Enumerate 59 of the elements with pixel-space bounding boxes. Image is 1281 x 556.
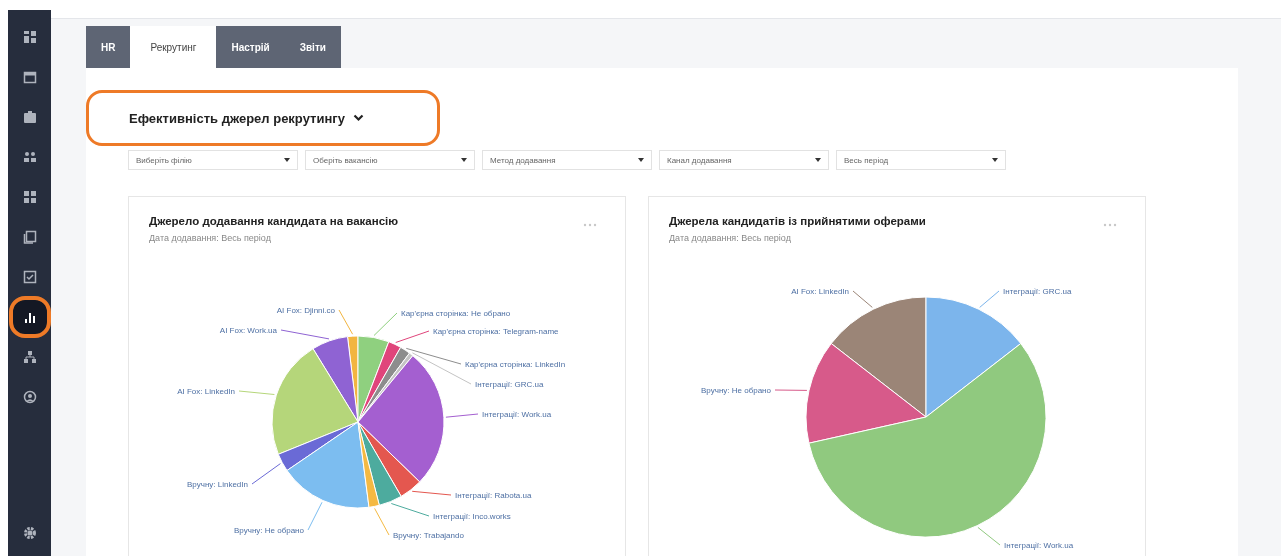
leader-line — [852, 290, 873, 308]
user-circle-icon — [22, 390, 37, 404]
calendar-icon — [22, 70, 37, 84]
slice-label: AI Fox: LinkedIn — [177, 386, 235, 396]
caret-down-icon — [638, 158, 644, 162]
section-title-dropdown[interactable]: Ефективність джерел рекрутингу — [86, 90, 440, 146]
slice-label: AI Fox: LinkedIn — [791, 286, 849, 296]
leader-line — [338, 309, 354, 335]
slice-label: Інтеграції: GRC.ua — [1003, 286, 1072, 296]
chevron-down-icon — [352, 114, 364, 122]
slice-label: Вручну: Не обрано — [701, 385, 771, 395]
chart-title: Джерело додавання кандидата на вакансію — [149, 215, 399, 227]
bar-chart-icon — [22, 310, 37, 324]
leader-line — [977, 526, 1001, 546]
slice-label: Інтеграції: Work.ua — [1004, 540, 1074, 550]
settings-icon — [22, 526, 37, 540]
leader-line — [774, 389, 808, 391]
leader-line — [411, 490, 452, 496]
org-chart-icon — [22, 350, 37, 364]
filter-select[interactable]: Весь період — [836, 150, 1006, 170]
slice-label: Кар'єрна сторінка: Не обрано — [401, 308, 511, 318]
slice-label: AI Fox: Djinni.co — [276, 305, 335, 315]
leader-line — [979, 290, 1000, 308]
leader-line — [251, 463, 281, 485]
slice-label: Вручну: Не обрано — [234, 525, 304, 535]
chart-subtitle: Дата додавання: Весь період — [669, 233, 791, 243]
slice-label: Кар'єрна сторінка: LinkedIn — [465, 359, 566, 369]
tab[interactable]: Звіти — [284, 26, 341, 68]
filter-select[interactable]: Оберіть вакансію — [305, 150, 475, 170]
checklist-icon — [22, 270, 37, 284]
leader-line — [445, 413, 479, 418]
filter-select[interactable]: Канал додавання — [659, 150, 829, 170]
filter-select[interactable]: Виберіть філію — [128, 150, 298, 170]
caret-down-icon — [992, 158, 998, 162]
briefcase-icon — [22, 110, 37, 124]
leader-line — [280, 329, 330, 340]
caret-down-icon — [284, 158, 290, 162]
dashboard-icon — [22, 30, 37, 44]
slice-label: Вручну: LinkedIn — [187, 479, 248, 489]
slice-label: Вручну: Trabajando — [393, 530, 464, 540]
chart-title: Джерела кандидатів із прийнятими оферами — [669, 215, 926, 227]
leader-line — [238, 390, 275, 395]
slice-label: Інтеграції: Work.ua — [482, 409, 552, 419]
caret-down-icon — [815, 158, 821, 162]
slice-label: Інтеграції: Rabota.ua — [455, 490, 532, 500]
chart-subtitle: Дата додавання: Весь період — [149, 233, 271, 243]
filter-select[interactable]: Метод додавання — [482, 150, 652, 170]
slice-label: Кар'єрна сторінка: Telegram-name — [433, 326, 559, 336]
slice-label: Інтеграції: GRC.ua — [475, 379, 544, 389]
tab[interactable]: HR — [86, 26, 131, 68]
grid-icon — [22, 190, 37, 204]
caret-down-icon — [461, 158, 467, 162]
slice-label: Інтеграції: Inco.works — [433, 511, 511, 521]
tab[interactable]: Рекрутинг — [130, 26, 217, 68]
people-icon — [22, 150, 37, 164]
slice-label: AI Fox: Work.ua — [219, 325, 277, 335]
leader-line — [307, 501, 323, 531]
tab[interactable]: Настрій — [216, 26, 285, 68]
documents-icon — [22, 230, 37, 244]
